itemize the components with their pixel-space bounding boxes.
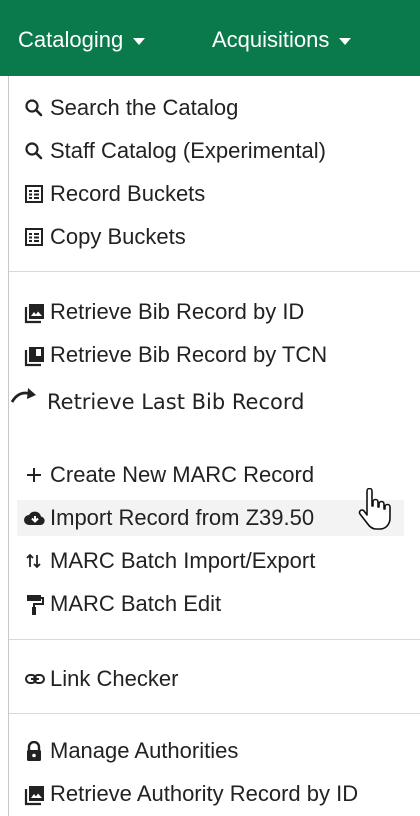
menu-item-retrieve-bib-by-tcn[interactable]: Retrieve Bib Record by TCN [24, 337, 327, 373]
paint-roller-icon [24, 586, 50, 622]
menu-item-link-checker[interactable]: Link Checker [24, 661, 178, 697]
menu-item-staff-catalog[interactable]: Staff Catalog (Experimental) [24, 133, 326, 169]
tab-cataloging[interactable]: Cataloging [18, 22, 146, 58]
menu-item-label: Record Buckets [50, 181, 206, 206]
cataloging-dropdown-menu: Search the Catalog Staff Catalog (Experi… [8, 76, 420, 816]
menu-item-label: MARC Batch Import/Export [50, 548, 316, 573]
list-icon [24, 176, 50, 212]
menu-item-label: Retrieve Last Bib Record [47, 390, 305, 414]
tab-acquisitions[interactable]: Acquisitions [212, 22, 352, 58]
menu-divider [9, 271, 420, 272]
menu-item-label: MARC Batch Edit [50, 591, 222, 616]
top-navbar: Cataloging Acquisitions [0, 0, 420, 76]
photo-library-icon [24, 776, 50, 812]
menu-item-label: Staff Catalog (Experimental) [50, 138, 326, 163]
menu-item-record-buckets[interactable]: Record Buckets [24, 176, 205, 212]
library-books-icon [24, 337, 50, 373]
menu-item-label: Create New MARC Record [50, 462, 315, 487]
menu-divider [9, 639, 420, 640]
tab-acquisitions-label: Acquisitions [212, 27, 330, 52]
menu-item-marc-batch-import-export[interactable]: MARC Batch Import/Export [24, 543, 315, 579]
menu-item-label: Link Checker [50, 666, 179, 691]
menu-item-label: Search the Catalog [50, 95, 239, 120]
menu-item-label: Retrieve Bib Record by ID [50, 299, 305, 324]
menu-item-retrieve-authority-by-id[interactable]: Retrieve Authority Record by ID [24, 776, 358, 812]
lock-icon [24, 733, 50, 769]
caret-down-icon [133, 37, 146, 45]
menu-item-retrieve-last-bib[interactable]: Retrieve Last Bib Record [9, 384, 304, 420]
menu-divider [9, 713, 420, 714]
menu-item-label: Retrieve Bib Record by TCN [50, 342, 328, 367]
plus-icon [24, 457, 50, 493]
menu-item-label: Import Record from Z39.50 [50, 505, 315, 530]
list-icon [24, 219, 50, 255]
menu-item-search-the-catalog[interactable]: Search the Catalog [24, 90, 238, 126]
tab-cataloging-label: Cataloging [18, 27, 124, 52]
menu-item-import-z3950[interactable]: Import Record from Z39.50 [17, 500, 404, 536]
cloud-download-icon [24, 500, 50, 536]
menu-item-retrieve-bib-by-id[interactable]: Retrieve Bib Record by ID [24, 294, 304, 330]
redo-arrow-icon [9, 384, 47, 420]
caret-down-icon [339, 37, 352, 45]
hand-pointer-icon [358, 488, 391, 530]
photo-library-icon [24, 294, 50, 330]
menu-item-label: Manage Authorities [50, 738, 239, 763]
menu-item-marc-batch-edit[interactable]: MARC Batch Edit [24, 586, 221, 622]
search-icon [24, 133, 50, 169]
import-export-icon [24, 543, 50, 579]
link-icon [24, 661, 50, 697]
menu-item-create-new-marc[interactable]: Create New MARC Record [24, 457, 314, 493]
search-icon [24, 90, 50, 126]
menu-item-manage-authorities[interactable]: Manage Authorities [24, 733, 238, 769]
menu-item-label: Copy Buckets [50, 224, 186, 249]
menu-item-label: Retrieve Authority Record by ID [50, 781, 359, 806]
menu-item-copy-buckets[interactable]: Copy Buckets [24, 219, 186, 255]
